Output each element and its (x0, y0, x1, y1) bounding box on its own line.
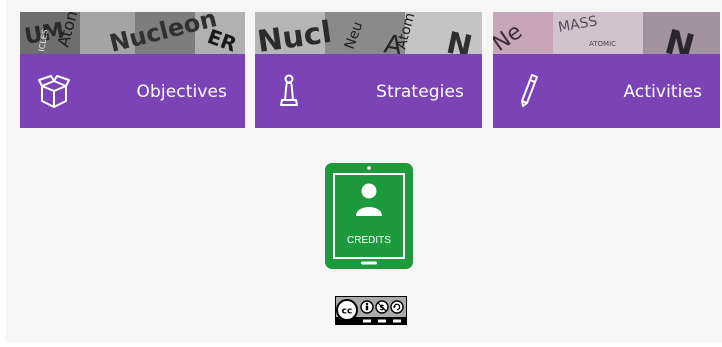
creative-commons-badge[interactable]: cc $ (335, 296, 407, 325)
pencil-icon (510, 72, 544, 110)
creative-commons-by-nc-sa-icon: cc $ (335, 296, 407, 325)
activities-card-photo: Ne MASS ATOMIC N (493, 12, 720, 54)
strategies-card[interactable]: Nucl Neu A Atom N Strategies (255, 12, 482, 128)
objectives-card[interactable]: UM Atom Nucleon ER ICLES Objectives (20, 12, 245, 128)
credits-button[interactable]: CREDITS (325, 163, 413, 269)
page-content: UM Atom Nucleon ER ICLES Objectives Nucl… (6, 0, 722, 342)
tablet-person-icon: CREDITS (325, 163, 413, 269)
activities-card-bar: Activities (493, 54, 720, 128)
strategies-card-photo: Nucl Neu A Atom N (255, 12, 482, 54)
svg-text:cc: cc (342, 307, 353, 317)
objectives-label: Objectives (136, 82, 227, 102)
open-box-icon (37, 72, 71, 110)
activities-label: Activities (623, 82, 702, 102)
objectives-card-photo: UM Atom Nucleon ER ICLES (20, 12, 245, 54)
credits-label: CREDITS (347, 235, 391, 246)
strategies-label: Strategies (376, 82, 464, 102)
svg-text:ATOMIC: ATOMIC (589, 40, 616, 48)
objectives-card-bar: Objectives (20, 54, 245, 128)
strategies-card-bar: Strategies (255, 54, 482, 128)
chess-pawn-icon (272, 72, 306, 110)
activities-card[interactable]: Ne MASS ATOMIC N Activities (493, 12, 720, 128)
